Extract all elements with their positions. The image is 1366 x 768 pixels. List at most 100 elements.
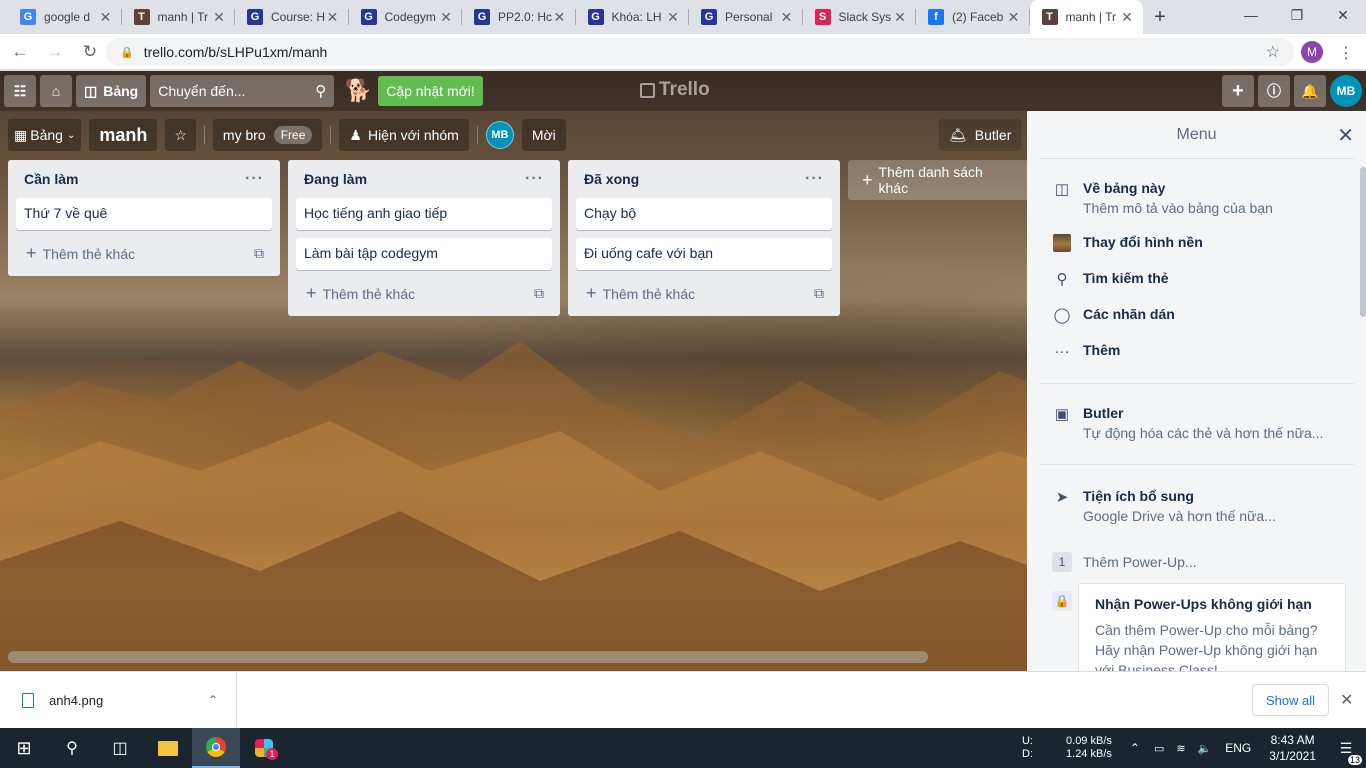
new-tab-button[interactable]: +: [1143, 0, 1177, 34]
powerups-promo-card[interactable]: Nhận Power-Ups không giới hạn Cần thêm P…: [1078, 583, 1346, 671]
card[interactable]: Thứ 7 về quê: [16, 198, 272, 230]
list-menu-icon[interactable]: ···: [805, 170, 824, 188]
close-window-button[interactable]: ✕: [1320, 0, 1366, 30]
list-header[interactable]: Đang làm ···: [296, 160, 552, 198]
list-header[interactable]: Đã xong ···: [576, 160, 832, 198]
menu-powerups[interactable]: ➤ Tiện ích bổ sung Google Drive và hơn t…: [1027, 481, 1366, 533]
url-input[interactable]: 🔒 trello.com/b/sLHPu1xm/manh ☆: [106, 38, 1294, 66]
member-avatar[interactable]: MB: [1330, 75, 1362, 107]
clock[interactable]: 8:43 AM 3/1/2021: [1269, 732, 1316, 764]
tab-close-icon[interactable]: ✕: [892, 9, 908, 26]
boards-button[interactable]: ◫ Bảng: [76, 75, 147, 107]
browser-tab[interactable]: S Slack Sys ✕: [803, 0, 916, 34]
browser-tab[interactable]: G Codegym ✕: [349, 0, 462, 34]
menu-more[interactable]: ··· Thêm: [1027, 335, 1366, 365]
add-card-button[interactable]: + Thêm thẻ khác ⧉: [296, 278, 552, 308]
board-view-switcher[interactable]: ▦ Bảng ⌄: [8, 119, 82, 151]
list-header[interactable]: Cần làm ···: [16, 160, 272, 198]
tab-close-icon[interactable]: ✕: [438, 9, 454, 26]
board-horizontal-scrollbar[interactable]: [8, 651, 928, 663]
browser-tab[interactable]: f (2) Faceb ✕: [916, 0, 1030, 34]
browser-tab[interactable]: Tmanh | Tr ✕: [1029, 0, 1143, 34]
menu-search-cards[interactable]: ⚲ Tìm kiếm thẻ: [1027, 263, 1366, 293]
bookmark-star-icon[interactable]: ☆: [1266, 42, 1280, 62]
menu-butler[interactable]: ▣ Butler Tự động hóa các thẻ và hơn thế …: [1027, 398, 1366, 450]
task-view-icon[interactable]: ◫: [96, 728, 144, 768]
board-name[interactable]: manh: [89, 119, 158, 151]
close-icon[interactable]: ✕: [1337, 123, 1354, 148]
jump-search-input[interactable]: Chuyển đến... ⚲: [150, 75, 335, 107]
card[interactable]: Đi uống cafe với bạn: [576, 238, 832, 270]
menu-change-background[interactable]: Thay đổi hình nền: [1027, 227, 1366, 257]
chevron-up-icon[interactable]: ⌃: [1130, 741, 1140, 755]
close-icon[interactable]: ✕: [1340, 690, 1353, 710]
tab-close-icon[interactable]: ✕: [665, 9, 681, 26]
notifications-bell-icon[interactable]: 🔔: [1294, 75, 1326, 107]
battery-icon[interactable]: ▭: [1154, 742, 1164, 755]
create-icon[interactable]: +: [1222, 75, 1254, 107]
menu-add-powerup[interactable]: 1 Thêm Power-Up...: [1027, 545, 1366, 579]
search-icon[interactable]: ⚲: [48, 728, 96, 768]
windows-start-icon[interactable]: ⊞: [0, 728, 48, 768]
card[interactable]: Học tiếng anh giao tiếp: [296, 198, 552, 230]
add-list-button[interactable]: + Thêm danh sách khác: [848, 160, 1028, 200]
browser-tab[interactable]: G PP2.0: Hc ✕: [462, 0, 576, 34]
language-indicator[interactable]: ENG: [1225, 741, 1251, 755]
chrome-taskbar-icon[interactable]: [192, 728, 240, 768]
list-title[interactable]: Đang làm: [304, 171, 367, 187]
card-template-icon[interactable]: ⧉: [814, 285, 824, 302]
chevron-up-icon[interactable]: ⌃: [208, 693, 218, 707]
reload-icon[interactable]: ↻: [75, 37, 105, 67]
browser-tab[interactable]: G Khóa: LH ✕: [576, 0, 689, 34]
butler-button[interactable]: 🛎 Butler: [939, 119, 1022, 151]
minimize-button[interactable]: —: [1228, 0, 1274, 30]
forward-icon[interactable]: →: [40, 37, 70, 67]
wifi-icon[interactable]: ≋: [1176, 742, 1185, 755]
tab-close-icon[interactable]: ✕: [211, 9, 227, 26]
menu-scrollbar[interactable]: [1360, 167, 1366, 317]
menu-about-board[interactable]: ◫ Về bảng này Thêm mô tả vào bảng của bạ…: [1027, 173, 1366, 225]
team-button[interactable]: my bro Free: [212, 119, 323, 151]
list-menu-icon[interactable]: ···: [525, 170, 544, 188]
profile-avatar[interactable]: M: [1301, 41, 1323, 63]
info-icon[interactable]: ⓘ: [1258, 75, 1290, 107]
back-icon[interactable]: ←: [5, 37, 35, 67]
maximize-button[interactable]: ❐: [1274, 0, 1320, 30]
trello-logo[interactable]: Trello: [640, 79, 710, 101]
tab-close-icon[interactable]: ✕: [98, 9, 114, 26]
star-board-icon[interactable]: ☆: [165, 119, 196, 151]
add-card-button[interactable]: + Thêm thẻ khác ⧉: [576, 278, 832, 308]
tab-close-icon[interactable]: ✕: [1006, 9, 1022, 26]
list-title[interactable]: Cần làm: [24, 171, 78, 187]
tab-close-icon[interactable]: ✕: [779, 9, 795, 26]
visibility-button[interactable]: ♟ Hiện với nhóm: [339, 119, 469, 151]
tab-close-icon[interactable]: ✕: [325, 9, 341, 26]
card-template-icon[interactable]: ⧉: [534, 285, 544, 302]
slack-taskbar-icon[interactable]: 1: [240, 728, 288, 768]
list-menu-icon[interactable]: ···: [245, 170, 264, 188]
scrollbar-thumb[interactable]: [8, 651, 928, 663]
add-card-button[interactable]: + Thêm thẻ khác ⧉: [16, 238, 272, 268]
card[interactable]: Chạy bộ: [576, 198, 832, 230]
browser-menu-icon[interactable]: ⋮: [1338, 43, 1354, 63]
file-explorer-icon[interactable]: [144, 728, 192, 768]
invite-button[interactable]: Mời: [521, 119, 566, 151]
menu-stickers[interactable]: ◯ Các nhãn dán: [1027, 299, 1366, 329]
action-center-icon[interactable]: ☰ 13: [1326, 740, 1366, 765]
browser-tab[interactable]: G Personal ✕: [689, 0, 803, 34]
tab-close-icon[interactable]: ✕: [1119, 9, 1135, 26]
whats-new-button[interactable]: Cập nhật mới!: [378, 76, 483, 106]
tab-close-icon[interactable]: ✕: [552, 9, 568, 26]
browser-tab[interactable]: Tmanh | Tr ✕: [122, 0, 235, 34]
show-all-button[interactable]: Show all: [1252, 684, 1329, 716]
apps-grid-icon[interactable]: ☷: [4, 75, 36, 107]
browser-tab[interactable]: Ggoogle d ✕: [8, 0, 122, 34]
card-template-icon[interactable]: ⧉: [254, 245, 264, 262]
card[interactable]: Làm bài tập codegym: [296, 238, 552, 270]
download-item[interactable]: anh4.png ⌃: [0, 671, 237, 729]
list-title[interactable]: Đã xong: [584, 171, 639, 187]
board-member-avatar[interactable]: MB: [485, 121, 514, 149]
home-icon[interactable]: ⌂: [40, 75, 72, 107]
volume-icon[interactable]: 🔈: [1198, 742, 1212, 755]
browser-tab[interactable]: G Course: H ✕: [235, 0, 349, 34]
